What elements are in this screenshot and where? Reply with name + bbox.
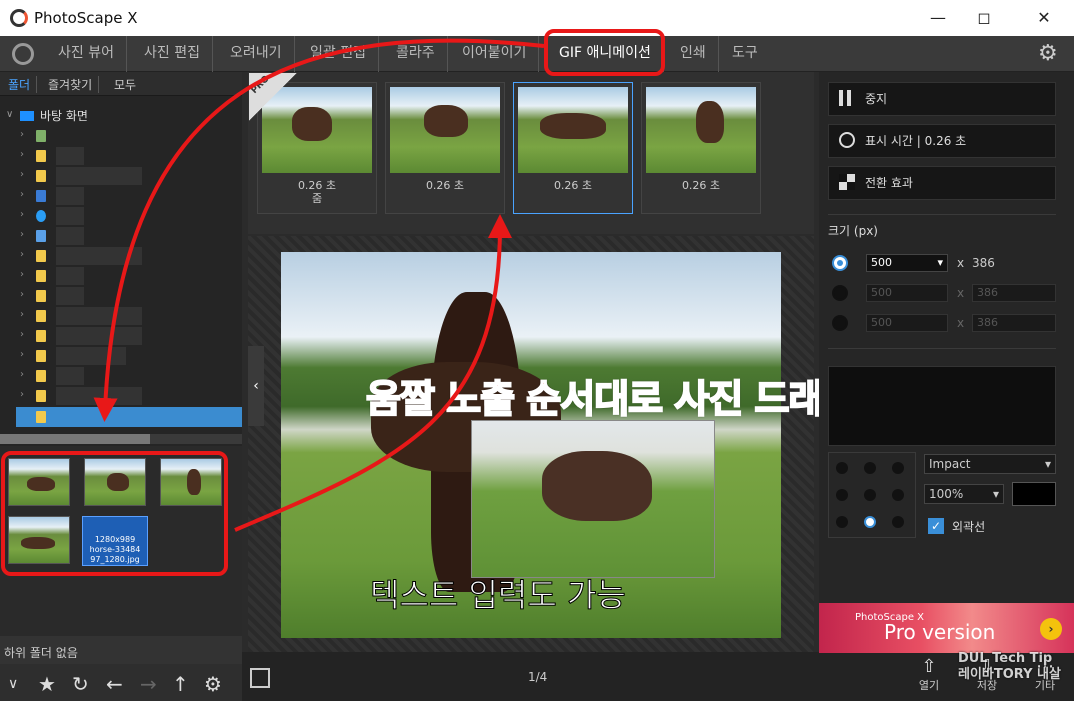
annotation-arrows — [93, 38, 545, 532]
annotation-arrow-thumbs-to-frames — [234, 214, 512, 532]
